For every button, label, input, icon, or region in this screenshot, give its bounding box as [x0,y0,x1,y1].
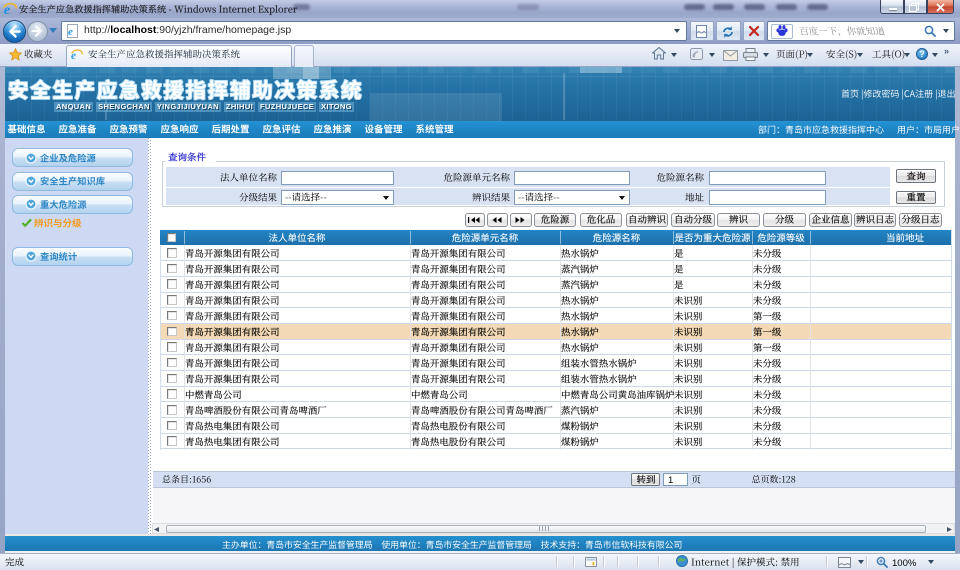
svg-text:e: e [68,26,73,38]
